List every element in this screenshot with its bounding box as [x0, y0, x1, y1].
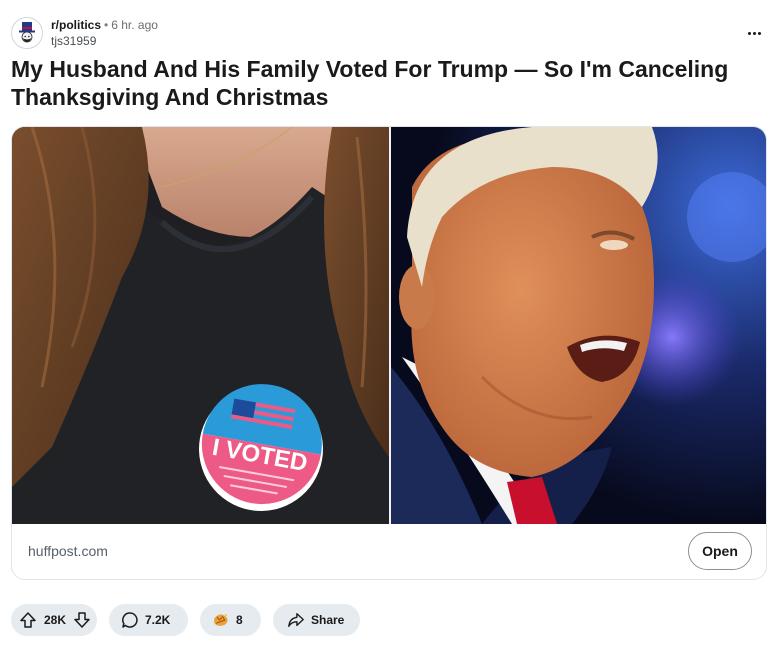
- comment-bubble-icon: [121, 611, 139, 629]
- post-title[interactable]: My Husband And His Family Voted For Trum…: [11, 55, 771, 111]
- more-options-icon: [747, 31, 751, 35]
- upvote-arrow-icon[interactable]: [19, 611, 37, 629]
- meta-separator: •: [104, 18, 109, 32]
- more-options-dot: [752, 31, 756, 35]
- post-meta: r/politics • 6 hr. ago tjs31959: [51, 17, 158, 49]
- post-header: r/politics • 6 hr. ago tjs31959: [11, 15, 766, 51]
- award-button[interactable]: 8: [200, 604, 261, 636]
- subreddit-name[interactable]: r/politics: [51, 18, 101, 32]
- link-domain[interactable]: huffpost.com: [28, 542, 108, 560]
- vote-count: 28K: [44, 613, 67, 627]
- share-arrow-icon: [287, 611, 305, 629]
- more-options-button[interactable]: [744, 23, 764, 43]
- subreddit-avatar-icon[interactable]: [11, 17, 43, 49]
- link-card-footer: huffpost.com Open: [12, 524, 766, 579]
- post-action-bar: 28K 7.2K 8 Share: [11, 604, 771, 636]
- vote-group: 28K: [11, 604, 97, 636]
- more-options-dot: [757, 31, 761, 35]
- link-preview-card[interactable]: I VOTED huffpost.com Open: [11, 126, 767, 580]
- post-card: r/politics • 6 hr. ago tjs31959 My Husband…: [0, 0, 775, 645]
- open-link-button[interactable]: Open: [688, 532, 752, 570]
- author-username[interactable]: tjs31959: [51, 33, 158, 49]
- post-timestamp: 6 hr. ago: [111, 18, 158, 32]
- comments-button[interactable]: 7.2K: [109, 604, 188, 636]
- award-icon: [212, 611, 230, 629]
- comment-count: 7.2K: [145, 613, 171, 627]
- article-thumbnail[interactable]: I VOTED: [12, 127, 767, 524]
- downvote-arrow-icon[interactable]: [73, 611, 91, 629]
- share-label: Share: [311, 613, 345, 627]
- award-count: 8: [236, 613, 243, 627]
- share-button[interactable]: Share: [273, 604, 360, 636]
